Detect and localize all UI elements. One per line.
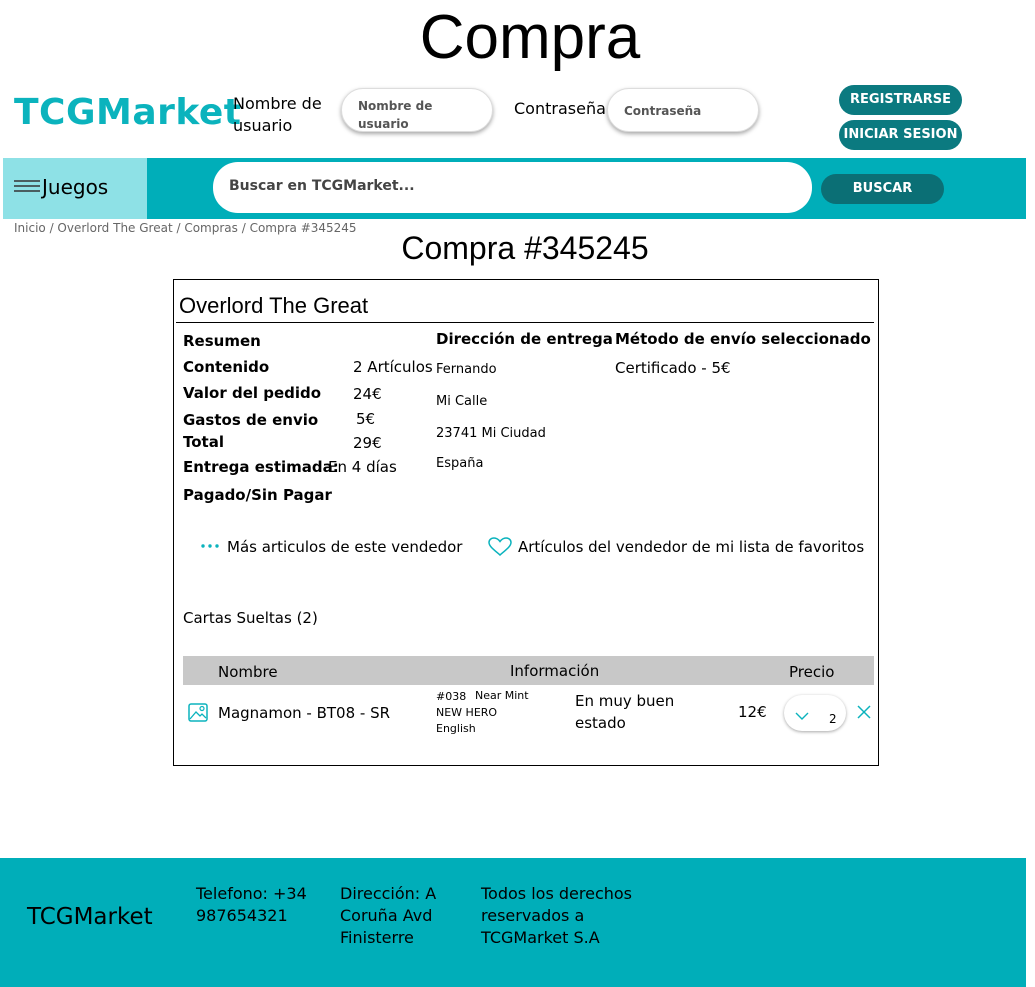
games-label: Juegos — [42, 175, 109, 199]
card-number: #038 — [436, 690, 467, 703]
card-price: 12€ — [738, 703, 767, 721]
search-button[interactable]: BUSCAR — [821, 174, 944, 204]
contents-value: 2 Artículos — [353, 358, 433, 376]
column-header-price: Precio — [789, 663, 835, 681]
eta-value: En 4 días — [328, 458, 397, 476]
order-value: 24€ — [353, 385, 382, 403]
address-country: España — [436, 456, 484, 471]
shipping-cost-value: 5€ — [356, 410, 376, 428]
site-logo[interactable]: TCGMarket — [14, 92, 242, 133]
footer-rights: Todos los derechos reservados a TCGMarke… — [481, 884, 632, 947]
heart-icon[interactable] — [488, 537, 512, 557]
footer-phone: Telefono: +34 987654321 — [196, 884, 307, 925]
login-button[interactable]: INICIAR SESION — [839, 120, 962, 150]
contents-label: Contenido — [183, 358, 270, 376]
order-title: Compra #345245 — [401, 230, 649, 266]
column-header-name: Nombre — [218, 663, 278, 681]
favorites-link[interactable]: Artículos del vendedor de mi lista de fa… — [518, 538, 864, 556]
card-comment: En muy buen estado — [575, 692, 675, 732]
quantity-value: 2 — [829, 712, 837, 726]
section-title: Cartas Sueltas (2) — [183, 609, 318, 627]
footer-brand: TCGMarket — [27, 904, 153, 930]
shipping-cost-label: Gastos de envio — [183, 411, 319, 429]
more-dots-icon — [201, 544, 219, 548]
column-header-info: Información — [510, 662, 600, 680]
search-input[interactable]: Buscar en TCGMarket... — [213, 162, 812, 213]
card-name[interactable]: Magnamon - BT08 - SR — [218, 704, 390, 722]
shipping-method-value: Certificado - 5€ — [615, 359, 731, 377]
games-menu[interactable]: Juegos — [3, 158, 147, 219]
address-name: Fernando — [436, 362, 497, 377]
total-value: 29€ — [353, 434, 382, 452]
address-heading: Dirección de entrega — [436, 330, 613, 348]
address-street: Mi Calle — [436, 394, 488, 409]
password-input[interactable]: Contraseña — [607, 88, 759, 132]
order-value-label: Valor del pedido — [183, 384, 322, 402]
username-input[interactable]: Nombre de usuario — [341, 88, 493, 132]
password-label: Contraseña: — [514, 99, 612, 118]
quantity-stepper[interactable]: 2 — [784, 695, 846, 731]
image-icon[interactable] — [188, 703, 208, 722]
footer-address: Dirección: A Coruña Avd Finisterre — [340, 884, 437, 947]
hamburger-icon — [14, 180, 40, 192]
shipping-method-heading: Método de envío seleccionado — [615, 330, 871, 348]
divider — [176, 322, 874, 323]
payment-status: Pagado/Sin Pagar — [183, 486, 332, 504]
chevron-down-icon[interactable] — [795, 712, 809, 720]
card-set: NEW HERO — [436, 706, 498, 719]
page-heading: Compra — [419, 3, 641, 72]
card-language: English — [436, 722, 476, 735]
close-icon[interactable] — [856, 704, 872, 720]
username-label: Nombre de usuario — [233, 94, 322, 135]
total-label: Total — [183, 433, 224, 451]
summary-heading: Resumen — [183, 332, 261, 350]
register-button[interactable]: REGISTRARSE — [839, 85, 962, 115]
card-condition: Near Mint — [475, 689, 529, 702]
seller-name[interactable]: Overlord The Great — [179, 293, 368, 319]
eta-label: Entrega estimada: — [183, 458, 339, 476]
address-city: 23741 Mi Ciudad — [436, 426, 546, 441]
more-items-link[interactable]: Más articulos de este vendedor — [227, 538, 462, 556]
